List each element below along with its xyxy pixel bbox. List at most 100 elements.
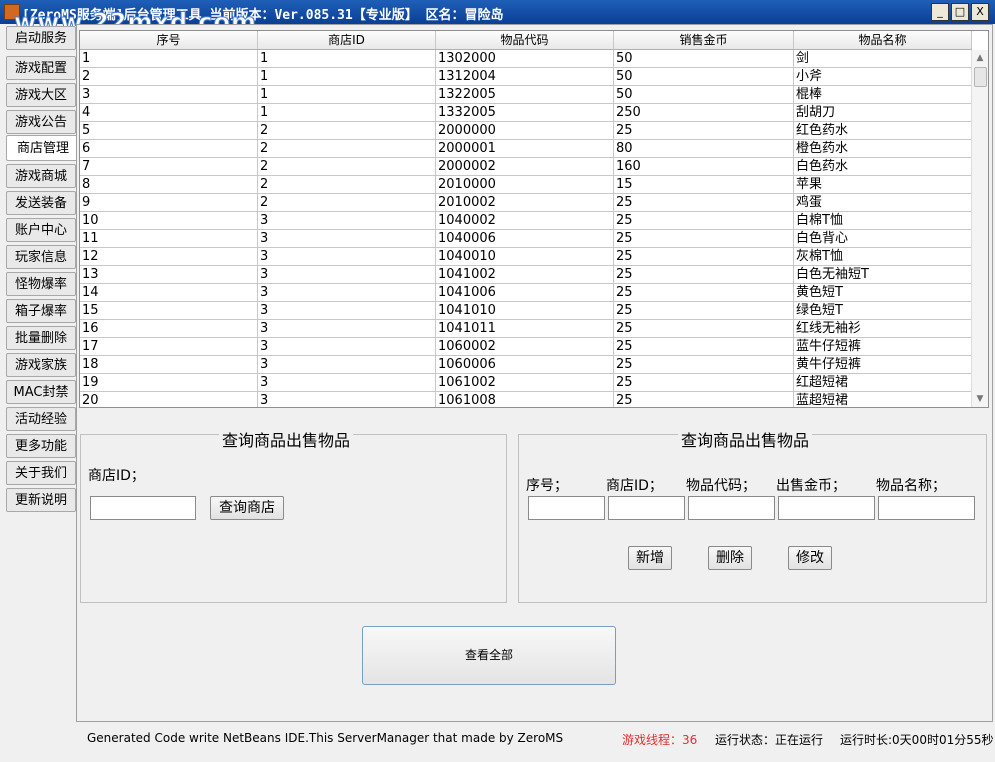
cell-shop-id[interactable]: 2	[258, 122, 436, 140]
maximize-button[interactable]: □	[951, 3, 969, 21]
cell-price[interactable]: 15	[614, 176, 794, 194]
table-row[interactable]: 8 2 2010000 15 苹果	[80, 176, 972, 194]
cell-item-code[interactable]: 1060002	[436, 338, 614, 356]
cell-price[interactable]: 50	[614, 68, 794, 86]
scroll-thumb[interactable]	[974, 67, 987, 87]
cell-price[interactable]: 50	[614, 86, 794, 104]
delete-button[interactable]: 删除	[708, 546, 752, 570]
item-code-input[interactable]	[688, 496, 775, 520]
cell-shop-id[interactable]: 3	[258, 284, 436, 302]
query-shop-button[interactable]: 查询商店	[210, 496, 284, 520]
cell-shop-id[interactable]: 3	[258, 374, 436, 392]
table-row[interactable]: 15 3 1041010 25 绿色短T	[80, 302, 972, 320]
cell-item-name[interactable]: 棍棒	[794, 86, 972, 104]
table-row[interactable]: 10 3 1040002 25 白棉T恤	[80, 212, 972, 230]
column-header-shop-id[interactable]: 商店ID	[258, 31, 436, 49]
table-row[interactable]: 20 3 1061008 25 蓝超短裙	[80, 392, 972, 407]
table-row[interactable]: 2 1 1312004 50 小斧	[80, 68, 972, 86]
cell-item-name[interactable]: 黄牛仔短裤	[794, 356, 972, 374]
cell-shop-id[interactable]: 3	[258, 338, 436, 356]
sidebar-item-game-family[interactable]: 游戏家族	[6, 353, 76, 377]
sidebar-item-game-config[interactable]: 游戏配置	[6, 56, 76, 80]
cell-price[interactable]: 25	[614, 194, 794, 212]
cell-index[interactable]: 12	[80, 248, 258, 266]
cell-price[interactable]: 25	[614, 320, 794, 338]
table-row[interactable]: 1 1 1302000 50 剑	[80, 50, 972, 68]
cell-shop-id[interactable]: 2	[258, 158, 436, 176]
add-button[interactable]: 新增	[628, 546, 672, 570]
cell-index[interactable]: 15	[80, 302, 258, 320]
cell-index[interactable]: 3	[80, 86, 258, 104]
cell-price[interactable]: 25	[614, 356, 794, 374]
table-row[interactable]: 19 3 1061002 25 红超短裙	[80, 374, 972, 392]
cell-shop-id[interactable]: 1	[258, 50, 436, 68]
cell-item-code[interactable]: 1312004	[436, 68, 614, 86]
sidebar-item-update-notes[interactable]: 更新说明	[6, 488, 76, 512]
sidebar-item-box-drop[interactable]: 箱子爆率	[6, 299, 76, 323]
cell-item-name[interactable]: 白色药水	[794, 158, 972, 176]
cell-item-code[interactable]: 1332005	[436, 104, 614, 122]
table-vertical-scrollbar[interactable]: ▲ ▼	[971, 50, 988, 407]
cell-item-code[interactable]: 1040006	[436, 230, 614, 248]
minimize-button[interactable]: _	[931, 3, 949, 21]
cell-item-name[interactable]: 刮胡刀	[794, 104, 972, 122]
table-row[interactable]: 11 3 1040006 25 白色背心	[80, 230, 972, 248]
column-header-index[interactable]: 序号	[80, 31, 258, 49]
cell-item-code[interactable]: 1061008	[436, 392, 614, 407]
column-header-item-name[interactable]: 物品名称	[794, 31, 972, 49]
cell-item-name[interactable]: 蓝超短裙	[794, 392, 972, 407]
cell-price[interactable]: 25	[614, 248, 794, 266]
table-row[interactable]: 16 3 1041011 25 红线无袖衫	[80, 320, 972, 338]
cell-index[interactable]: 5	[80, 122, 258, 140]
close-button[interactable]: X	[971, 3, 989, 21]
scroll-up-icon[interactable]: ▲	[972, 50, 988, 66]
cell-item-name[interactable]: 蓝牛仔短裤	[794, 338, 972, 356]
cell-price[interactable]: 25	[614, 302, 794, 320]
cell-shop-id[interactable]: 3	[258, 230, 436, 248]
cell-shop-id[interactable]: 3	[258, 356, 436, 374]
cell-index[interactable]: 17	[80, 338, 258, 356]
cell-price[interactable]: 25	[614, 284, 794, 302]
cell-price[interactable]: 25	[614, 338, 794, 356]
cell-shop-id[interactable]: 3	[258, 302, 436, 320]
table-row[interactable]: 18 3 1060006 25 黄牛仔短裤	[80, 356, 972, 374]
table-row[interactable]: 17 3 1060002 25 蓝牛仔短裤	[80, 338, 972, 356]
cell-index[interactable]: 14	[80, 284, 258, 302]
cell-index[interactable]: 10	[80, 212, 258, 230]
cell-item-name[interactable]: 黄色短T	[794, 284, 972, 302]
cell-shop-id[interactable]: 3	[258, 248, 436, 266]
cell-item-name[interactable]: 绿色短T	[794, 302, 972, 320]
sidebar-item-game-mall[interactable]: 游戏商城	[6, 164, 76, 188]
sidebar-item-mac-ban[interactable]: MAC封禁	[6, 380, 76, 404]
sidebar-item-send-equipment[interactable]: 发送装备	[6, 191, 76, 215]
cell-price[interactable]: 25	[614, 230, 794, 248]
column-header-price[interactable]: 销售金币	[614, 31, 794, 49]
cell-item-name[interactable]: 灰棉T恤	[794, 248, 972, 266]
sidebar-item-shop-management[interactable]: 商店管理	[6, 135, 79, 161]
cell-item-name[interactable]: 白棉T恤	[794, 212, 972, 230]
cell-item-code[interactable]: 1041002	[436, 266, 614, 284]
cell-index[interactable]: 1	[80, 50, 258, 68]
table-row[interactable]: 13 3 1041002 25 白色无袖短T	[80, 266, 972, 284]
table-row[interactable]: 14 3 1041006 25 黄色短T	[80, 284, 972, 302]
cell-index[interactable]: 19	[80, 374, 258, 392]
sidebar-item-batch-delete[interactable]: 批量删除	[6, 326, 76, 350]
cell-index[interactable]: 18	[80, 356, 258, 374]
cell-shop-id[interactable]: 3	[258, 266, 436, 284]
sidebar-item-start-service[interactable]: 启动服务	[6, 26, 76, 50]
cell-item-name[interactable]: 苹果	[794, 176, 972, 194]
cell-index[interactable]: 8	[80, 176, 258, 194]
cell-shop-id[interactable]: 3	[258, 392, 436, 407]
cell-shop-id[interactable]: 2	[258, 140, 436, 158]
scroll-down-icon[interactable]: ▼	[972, 391, 988, 407]
shop-items-table[interactable]: 序号 商店ID 物品代码 销售金币 物品名称 1 1 1302000 50 剑 2 1 131…	[79, 30, 989, 408]
cell-shop-id[interactable]: 1	[258, 86, 436, 104]
table-row[interactable]: 9 2 2010002 25 鸡蛋	[80, 194, 972, 212]
cell-price[interactable]: 25	[614, 392, 794, 407]
cell-index[interactable]: 4	[80, 104, 258, 122]
cell-item-name[interactable]: 白色背心	[794, 230, 972, 248]
cell-item-code[interactable]: 1041010	[436, 302, 614, 320]
cell-item-code[interactable]: 1060006	[436, 356, 614, 374]
cell-index[interactable]: 9	[80, 194, 258, 212]
cell-shop-id[interactable]: 1	[258, 104, 436, 122]
